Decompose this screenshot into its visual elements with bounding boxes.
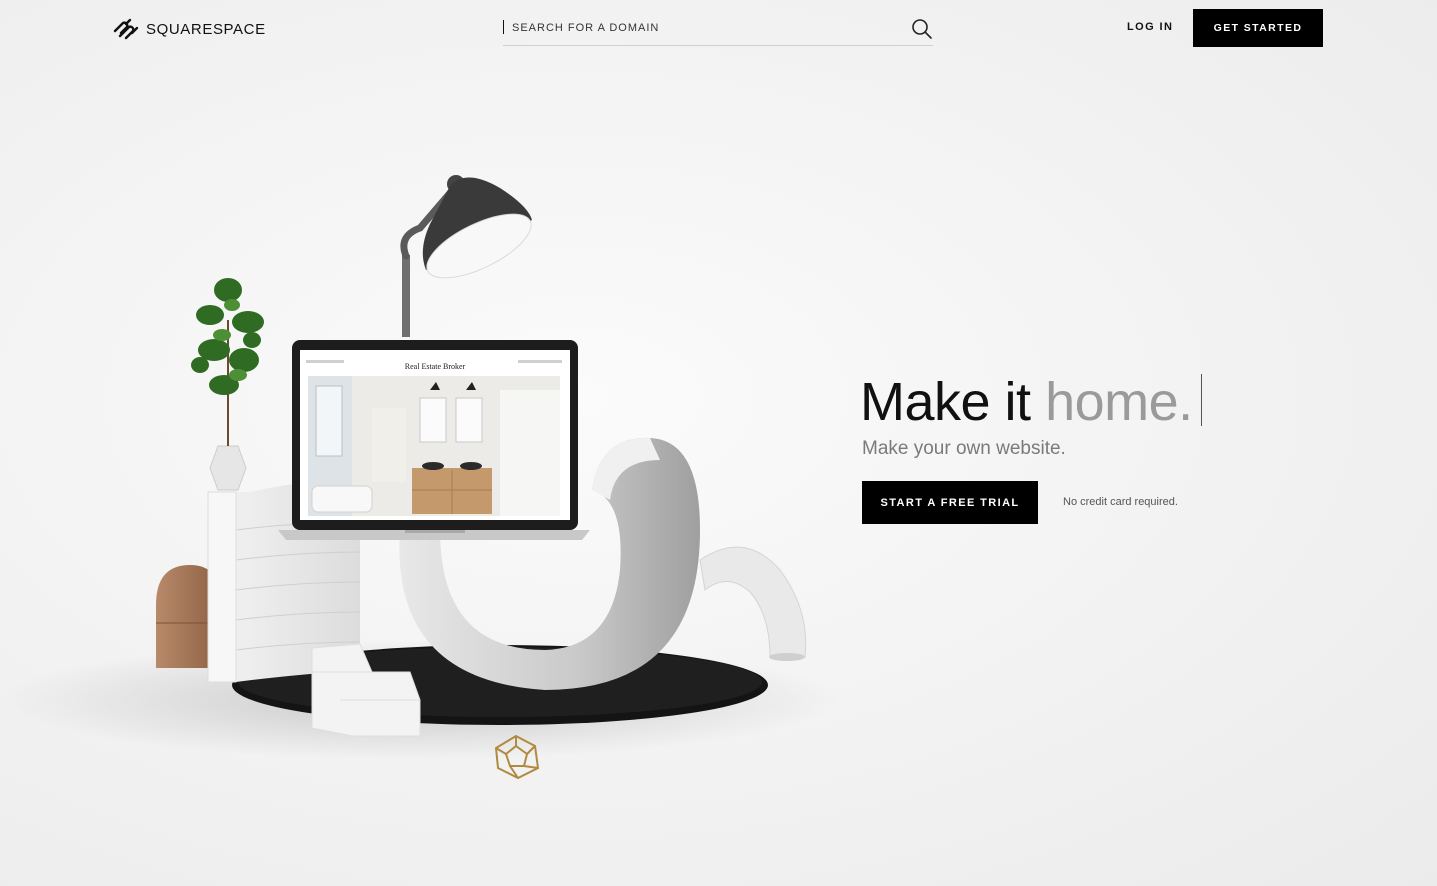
hero-title-dark: Make it — [860, 372, 1046, 432]
start-free-trial-button[interactable]: START A FREE TRIAL — [862, 481, 1038, 524]
logo-text: SQUARESPACE — [146, 20, 266, 38]
laptop-site-title: Real Estate Broker — [405, 362, 466, 371]
white-pipe-arch — [699, 546, 807, 661]
domain-search — [503, 14, 933, 46]
plant-in-vase — [191, 278, 264, 491]
login-link[interactable]: LOG IN — [1127, 21, 1173, 33]
domain-search-input[interactable] — [512, 18, 902, 38]
search-icon[interactable] — [911, 18, 933, 40]
top-nav: SQUARESPACE LOG IN GET STARTED — [0, 0, 1437, 60]
text-caret — [503, 20, 504, 34]
typing-cursor — [1201, 374, 1202, 426]
hero-illustration: Real Estate Broker — [0, 175, 840, 780]
get-started-button[interactable]: GET STARTED — [1193, 9, 1323, 47]
hero-title: Make it home. — [860, 372, 1193, 432]
no-credit-card-note: No credit card required. — [1063, 496, 1178, 508]
desk-lamp — [400, 175, 532, 337]
laptop: Real Estate Broker — [278, 340, 590, 540]
logo[interactable]: SQUARESPACE — [112, 18, 266, 40]
hero-title-light: home. — [1045, 372, 1193, 432]
squarespace-logo-icon — [113, 18, 139, 40]
hero-subtitle: Make your own website. — [862, 438, 1066, 459]
